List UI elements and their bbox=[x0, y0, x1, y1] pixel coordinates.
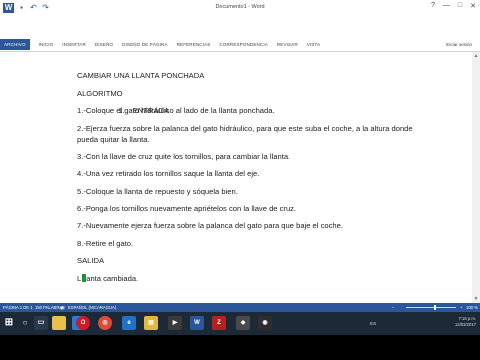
ribbon-tabs: ARCHIVO INICIO INSERTAR DISEÑO DISEÑO DE… bbox=[0, 37, 480, 52]
maximize-button[interactable]: □ bbox=[458, 2, 462, 10]
page-count[interactable]: PÁGINA 1 DE 1 bbox=[3, 305, 33, 310]
screen: W ▪ ↶ ↷ Documento1 - Word ? — □ ✕ ARCHIV… bbox=[0, 0, 480, 360]
result-rest: anta cambiada. bbox=[86, 274, 139, 283]
language-indicator[interactable]: ES bbox=[370, 321, 376, 326]
word-icon[interactable]: W bbox=[190, 316, 204, 330]
doc-line-result: Lanta cambiada. bbox=[77, 274, 138, 283]
edge-icon[interactable]: e bbox=[122, 316, 136, 330]
tab-diseno[interactable]: DISEÑO bbox=[95, 42, 113, 47]
doc-line-step-4: 4.-Una vez retirado los tornillos saque … bbox=[77, 169, 260, 178]
doc-line-title: CAMBIAR UNA LLANTA PONCHADA bbox=[77, 71, 205, 80]
media-icon[interactable]: ▶ bbox=[168, 316, 182, 330]
title-bar: W ▪ ↶ ↷ Documento1 - Word ? — □ ✕ bbox=[0, 0, 480, 37]
minimize-button[interactable]: — bbox=[443, 2, 450, 10]
status-bar: PÁGINA 1 DE 1 150 PALABRAS ▣ ESPAÑOL (NI… bbox=[0, 303, 480, 312]
letterbox-bottom bbox=[0, 335, 480, 360]
help-button[interactable]: ? bbox=[431, 2, 435, 10]
zoom-slider[interactable] bbox=[406, 307, 456, 308]
tab-insertar[interactable]: INSERTAR bbox=[62, 42, 86, 47]
zoom-in-icon[interactable]: + bbox=[460, 305, 462, 310]
clock-date: 12/03/2017 bbox=[455, 322, 476, 327]
opera-icon[interactable]: O bbox=[76, 316, 90, 330]
doc-line-step-2: 2.-Ejerza fuerza sobre la palanca del ga… bbox=[77, 124, 413, 133]
zoom-slider-thumb[interactable] bbox=[434, 305, 436, 310]
zoom-level[interactable]: 100 % bbox=[466, 305, 478, 310]
doc-line-step-6: 6.-Ponga los tornillos nuevamente apriét… bbox=[77, 204, 297, 213]
start-icon[interactable]: ⊞ bbox=[2, 316, 16, 330]
tab-vista[interactable]: VISTA bbox=[307, 42, 320, 47]
doc-line-step-2-cont: pueda quitar la llanta. bbox=[77, 135, 150, 144]
doc-line-step-5: 5.-Coloque la llanta de repuesto y sóque… bbox=[77, 187, 238, 196]
doc-line-step-7: 7.-Nuevamente ejerza fuerza sobre la pal… bbox=[77, 221, 343, 230]
zoom-out-icon[interactable]: − bbox=[392, 305, 394, 310]
doc-line-algoritmo: ALGORITMO bbox=[77, 89, 123, 98]
camera-icon[interactable]: ◉ bbox=[258, 316, 272, 330]
signin-link[interactable]: Iniciar sesión bbox=[446, 42, 472, 47]
vertical-scrollbar[interactable]: ▲ ▼ bbox=[472, 52, 480, 303]
doc-line-step-1: 1.-Coloque el gato hidráulico al lado de… bbox=[77, 106, 275, 115]
tab-referencias[interactable]: REFERENCIAS bbox=[177, 42, 211, 47]
tab-archivo[interactable]: ARCHIVO bbox=[0, 38, 30, 50]
folder-icon[interactable]: ▤ bbox=[144, 316, 158, 330]
tab-diseno-de-pagina[interactable]: DISEÑO DE PÁGINA bbox=[122, 42, 168, 47]
tab-inicio[interactable]: INICIO bbox=[39, 42, 54, 47]
tab-correspondencia[interactable]: CORRESPONDENCIA bbox=[219, 42, 267, 47]
app-icon[interactable]: ◆ bbox=[236, 316, 250, 330]
result-first-letter: L bbox=[77, 274, 82, 283]
doc-line-salida: SALIDA bbox=[77, 256, 105, 265]
doc-line-step-8: 8.-Retire el gato. bbox=[77, 239, 134, 248]
search-icon[interactable]: ○ bbox=[18, 316, 32, 330]
window-controls: ? — □ ✕ bbox=[431, 2, 476, 10]
task-view-icon[interactable]: ▭ bbox=[34, 316, 48, 330]
window-title: Documento1 - Word bbox=[215, 4, 265, 10]
tab-revisar[interactable]: REVISAR bbox=[277, 42, 298, 47]
language-status[interactable]: ESPAÑOL (NICARAGUA) bbox=[68, 305, 116, 310]
chrome-icon[interactable]: ◎ bbox=[98, 316, 112, 330]
explorer-icon[interactable] bbox=[52, 316, 66, 330]
filezilla-icon[interactable]: Z bbox=[212, 316, 226, 330]
close-button[interactable]: ✕ bbox=[470, 2, 476, 10]
proofing-icon[interactable]: ▣ bbox=[60, 305, 64, 310]
system-clock[interactable]: 7:16 p.m. 12/03/2017 bbox=[455, 316, 476, 328]
scroll-up-icon[interactable]: ▲ bbox=[473, 53, 479, 59]
scroll-down-icon[interactable]: ▼ bbox=[473, 296, 479, 302]
doc-line-step-3: 3.-Con la llave de cruz quite los tornil… bbox=[77, 152, 291, 161]
taskbar: ⊞ ○ ▭ ▦ O ◎ e ▤ ▶ W Z ◆ ◉ ES 7:16 p.m. 1… bbox=[0, 312, 480, 335]
